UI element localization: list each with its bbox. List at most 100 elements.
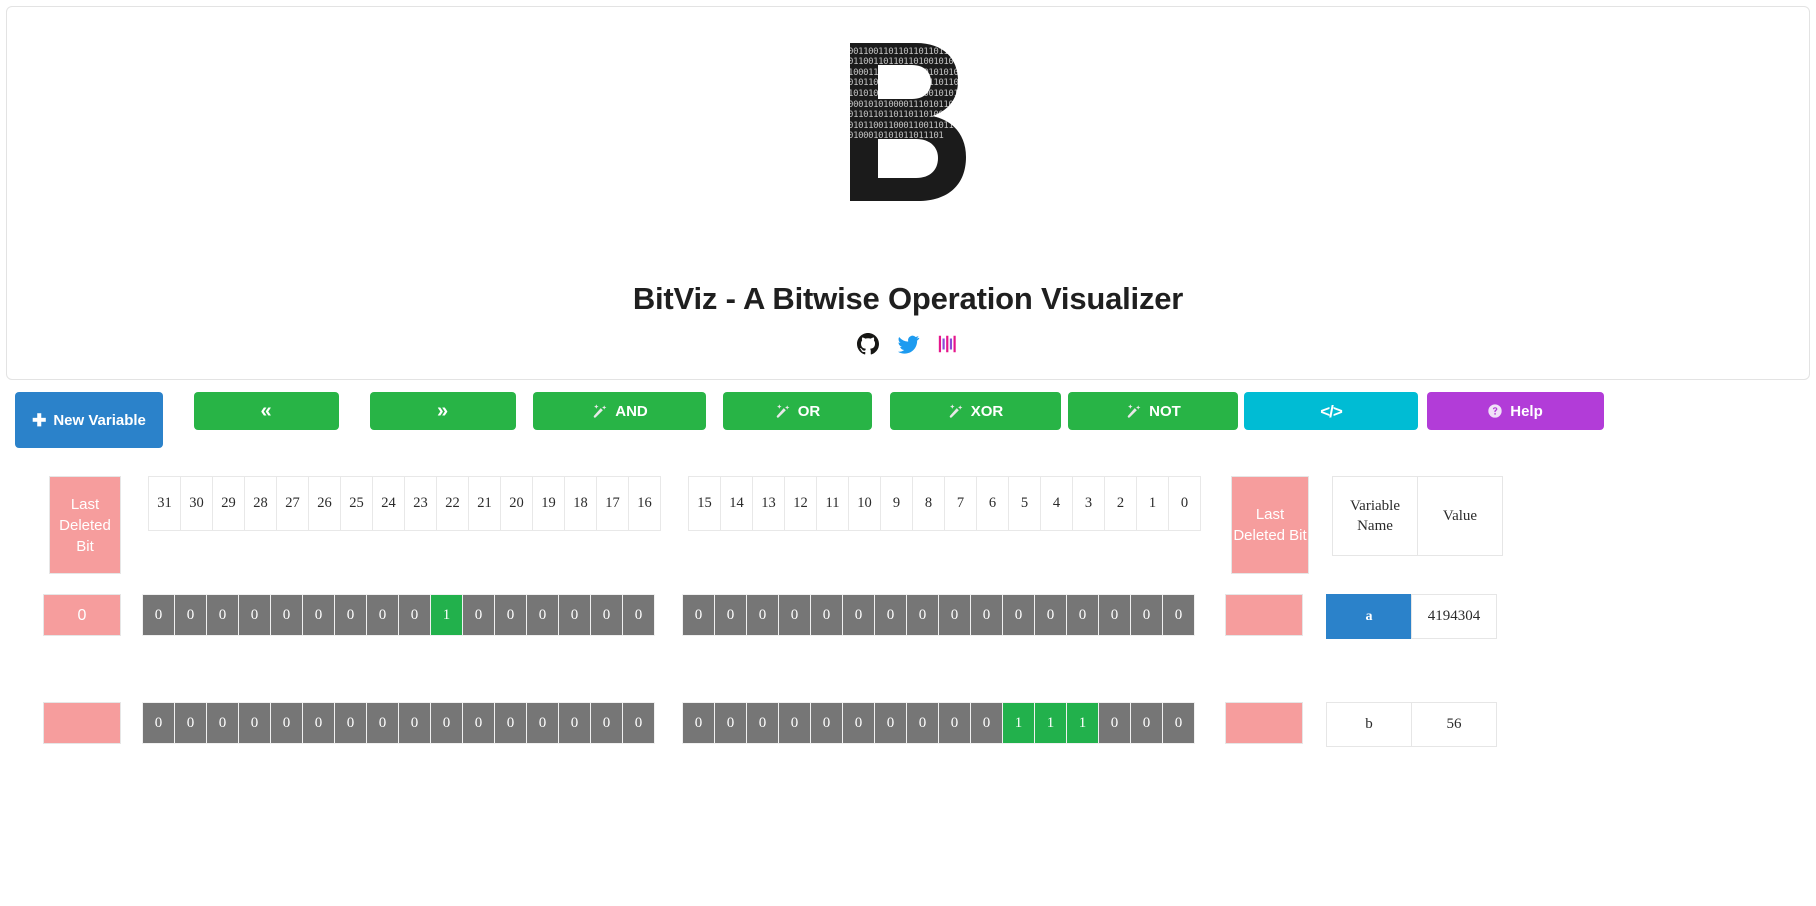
bit-cell-14[interactable]: 0 [714,702,747,744]
bit-cell-11[interactable]: 0 [810,594,843,636]
bit-cell-21[interactable]: 0 [462,702,495,744]
shift-left-label: « [260,400,272,422]
bit-cell-28[interactable]: 0 [238,594,271,636]
bit-cell-18[interactable]: 0 [558,702,591,744]
not-button[interactable]: NOT [1068,392,1238,430]
bit-cell-8[interactable]: 0 [906,594,939,636]
new-variable-label: New Variable [53,411,146,429]
github-icon[interactable] [857,333,879,355]
variable-name-cell[interactable]: b [1326,702,1412,747]
bit-cell-14[interactable]: 0 [714,594,747,636]
bit-cell-18[interactable]: 0 [558,594,591,636]
bit-cell-13[interactable]: 0 [746,702,779,744]
help-label: Help [1510,402,1543,420]
bit-index-24: 24 [372,476,405,531]
xor-button[interactable]: XOR [889,392,1061,430]
bit-cell-26[interactable]: 0 [302,702,335,744]
help-button[interactable]: Help [1426,392,1604,430]
twitter-icon[interactable] [897,333,920,355]
bit-cell-31[interactable]: 0 [142,702,175,744]
bit-cell-17[interactable]: 0 [590,594,623,636]
bit-cell-27[interactable]: 0 [270,594,303,636]
bit-cell-2[interactable]: 0 [1098,702,1131,744]
bit-cell-3[interactable]: 1 [1066,702,1099,744]
last-deleted-bit-header-left: Last Deleted Bit [49,476,121,574]
bars-icon[interactable] [937,333,959,355]
bit-cell-0[interactable]: 0 [1162,702,1195,744]
bit-index-4: 4 [1040,476,1073,531]
bit-cell-20[interactable]: 0 [494,702,527,744]
bit-cell-22[interactable]: 1 [430,594,463,636]
not-label: NOT [1149,402,1181,420]
bit-index-15: 15 [688,476,721,531]
bit-cell-19[interactable]: 0 [526,594,559,636]
bit-cell-21[interactable]: 0 [462,594,495,636]
bit-cell-17[interactable]: 0 [590,702,623,744]
bit-cell-7[interactable]: 0 [938,594,971,636]
bit-cell-2[interactable]: 0 [1098,594,1131,636]
bit-cell-9[interactable]: 0 [874,702,907,744]
bit-cell-13[interactable]: 0 [746,594,779,636]
bit-cell-28[interactable]: 0 [238,702,271,744]
plus-icon: ✚ [32,410,47,430]
bit-cell-1[interactable]: 0 [1130,702,1163,744]
bit-cell-8[interactable]: 0 [906,702,939,744]
or-button[interactable]: OR [722,392,872,430]
bit-cell-30[interactable]: 0 [174,594,207,636]
shift-right-button[interactable]: » [369,392,516,430]
bit-cell-20[interactable]: 0 [494,594,527,636]
bit-index-2: 2 [1104,476,1137,531]
bit-cell-31[interactable]: 0 [142,594,175,636]
bit-cell-9[interactable]: 0 [874,594,907,636]
bit-cell-25[interactable]: 0 [334,702,367,744]
bit-cell-16[interactable]: 0 [622,702,655,744]
bit-cell-3[interactable]: 0 [1066,594,1099,636]
bit-cell-19[interactable]: 0 [526,702,559,744]
bit-index-20: 20 [500,476,533,531]
bit-cell-16[interactable]: 0 [622,594,655,636]
bit-cell-4[interactable]: 1 [1034,702,1067,744]
variable-value-cell[interactable]: 4194304 [1411,594,1497,639]
bit-index-27: 27 [276,476,309,531]
bit-index-31: 31 [148,476,181,531]
shift-left-button[interactable]: « [193,392,339,430]
bit-cell-29[interactable]: 0 [206,702,239,744]
variable-value-cell[interactable]: 56 [1411,702,1497,747]
bit-cell-6[interactable]: 0 [970,594,1003,636]
bit-index-3: 3 [1072,476,1105,531]
bit-index-10: 10 [848,476,881,531]
bit-cell-26[interactable]: 0 [302,594,335,636]
bit-cell-15[interactable]: 0 [682,702,715,744]
bit-index-7: 7 [944,476,977,531]
bit-cell-23[interactable]: 0 [398,594,431,636]
bit-cell-25[interactable]: 0 [334,594,367,636]
bit-cell-5[interactable]: 0 [1002,594,1035,636]
bit-cell-5[interactable]: 1 [1002,702,1035,744]
bit-cell-22[interactable]: 0 [430,702,463,744]
and-button[interactable]: AND [533,392,706,430]
bit-cell-10[interactable]: 0 [842,594,875,636]
bit-cell-6[interactable]: 0 [970,702,1003,744]
bit-index-29: 29 [212,476,245,531]
bit-cell-24[interactable]: 0 [366,702,399,744]
new-variable-button[interactable]: ✚ New Variable [15,392,163,448]
bit-cell-29[interactable]: 0 [206,594,239,636]
bit-cell-30[interactable]: 0 [174,702,207,744]
bit-cell-24[interactable]: 0 [366,594,399,636]
variable-name-cell[interactable]: a [1326,594,1412,639]
bit-cell-0[interactable]: 0 [1162,594,1195,636]
bit-cell-4[interactable]: 0 [1034,594,1067,636]
index-group-high: 31 30 29 28 27 26 25 24 23 22 21 20 19 18 17 16 [148,476,661,531]
last-deleted-bit-right [1225,594,1303,636]
bit-cell-23[interactable]: 0 [398,702,431,744]
bit-cell-15[interactable]: 0 [682,594,715,636]
bit-cell-27[interactable]: 0 [270,702,303,744]
bit-cell-7[interactable]: 0 [938,702,971,744]
wand-icon [949,403,963,418]
bit-cell-10[interactable]: 0 [842,702,875,744]
bit-cell-12[interactable]: 0 [778,594,811,636]
bit-cell-11[interactable]: 0 [810,702,843,744]
bit-cell-12[interactable]: 0 [778,702,811,744]
bit-cell-1[interactable]: 0 [1130,594,1163,636]
code-button[interactable]: </> [1244,392,1418,430]
